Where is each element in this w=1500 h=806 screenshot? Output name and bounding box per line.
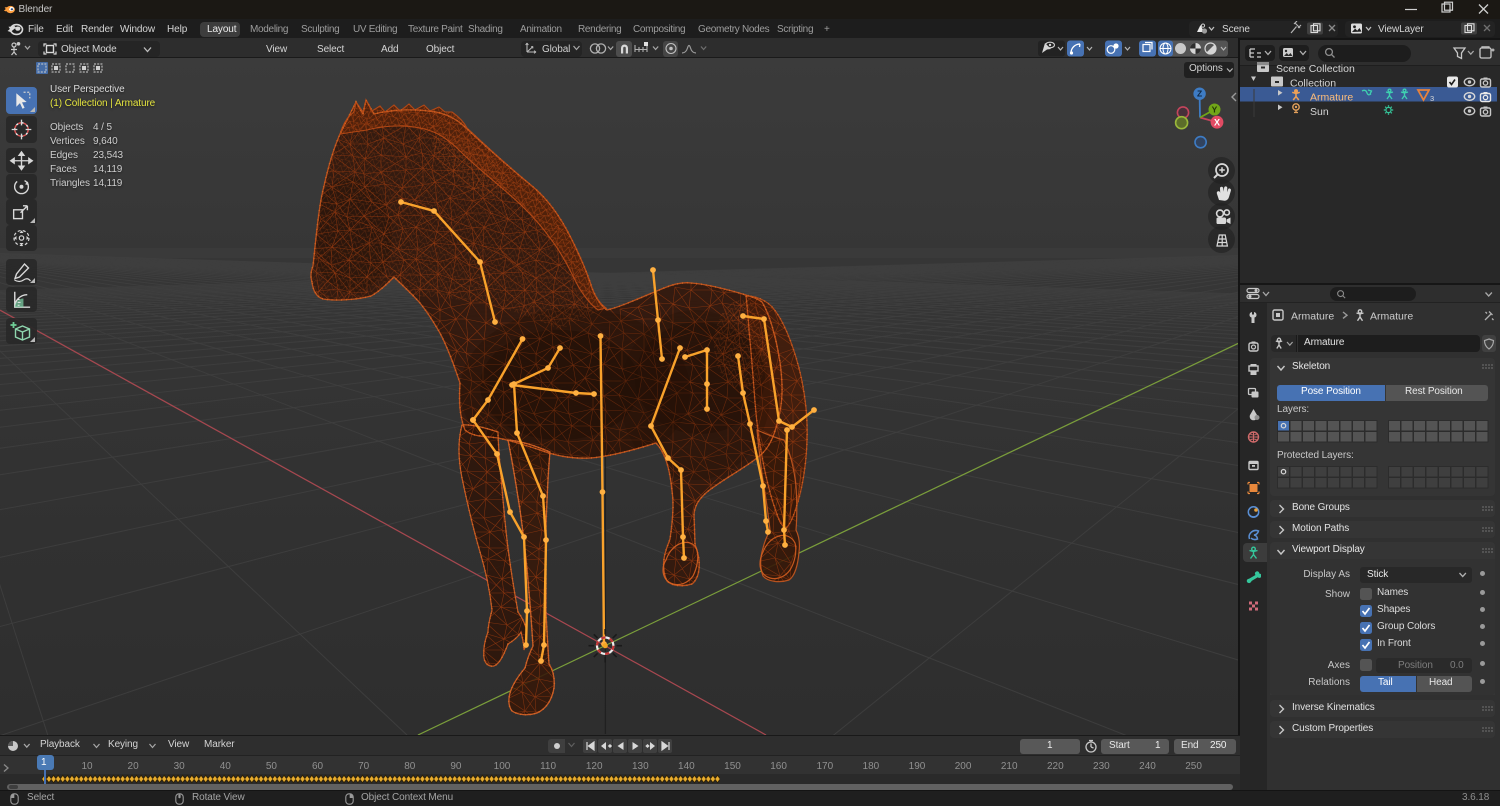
svg-text:Armature: Armature <box>1291 311 1334 323</box>
svg-text:30: 30 <box>174 761 186 772</box>
svg-text:120: 120 <box>586 761 603 772</box>
svg-text:180: 180 <box>863 761 880 772</box>
svg-text:110: 110 <box>540 761 556 772</box>
svg-text:70: 70 <box>358 761 370 772</box>
svg-text:240: 240 <box>1139 761 1156 772</box>
svg-text:40: 40 <box>220 761 232 772</box>
svg-text:90: 90 <box>450 761 462 772</box>
svg-text:130: 130 <box>632 761 649 772</box>
svg-text:150: 150 <box>724 761 741 772</box>
svg-text:140: 140 <box>678 761 695 772</box>
svg-text:200: 200 <box>955 761 972 772</box>
svg-text:Armature: Armature <box>1310 92 1353 104</box>
svg-text:60: 60 <box>312 761 324 772</box>
svg-text:X: X <box>1214 117 1220 127</box>
svg-text:190: 190 <box>909 761 926 772</box>
svg-text:Armature: Armature <box>1370 311 1413 323</box>
svg-text:230: 230 <box>1093 761 1110 772</box>
svg-text:3: 3 <box>1430 94 1434 103</box>
svg-text:210: 210 <box>1001 761 1018 772</box>
svg-text:80: 80 <box>404 761 416 772</box>
svg-text:100: 100 <box>494 761 511 772</box>
svg-text:Sun: Sun <box>1310 106 1329 118</box>
svg-text:Scene Collection: Scene Collection <box>1276 63 1355 75</box>
svg-text:Z: Z <box>1197 89 1202 99</box>
svg-text:220: 220 <box>1047 761 1064 772</box>
svg-text:Y: Y <box>1212 104 1218 114</box>
svg-text:250: 250 <box>1185 761 1202 772</box>
svg-text:10: 10 <box>81 761 93 772</box>
svg-text:170: 170 <box>816 761 833 772</box>
svg-text:160: 160 <box>770 761 787 772</box>
svg-text:Collection: Collection <box>1290 78 1336 90</box>
svg-text:20: 20 <box>128 761 140 772</box>
svg-text:50: 50 <box>266 761 278 772</box>
